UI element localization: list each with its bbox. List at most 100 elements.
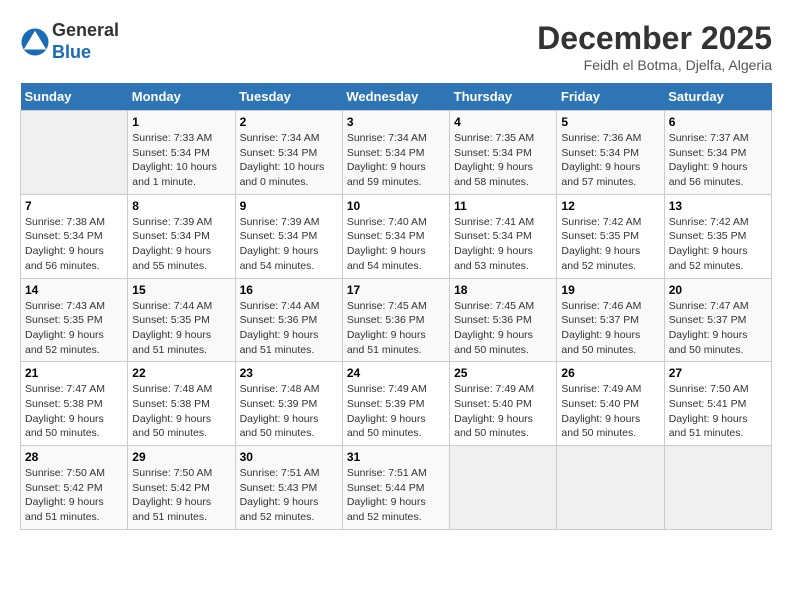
day-info: Sunrise: 7:50 AM Sunset: 5:41 PM Dayligh… (669, 382, 767, 441)
day-number: 15 (132, 283, 230, 297)
calendar-cell: 3 Sunrise: 7:34 AM Sunset: 5:34 PM Daylig… (342, 111, 449, 195)
calendar-cell: 26 Sunrise: 7:49 AM Sunset: 5:40 PM Dayli… (557, 362, 664, 446)
day-info: Sunrise: 7:48 AM Sunset: 5:38 PM Dayligh… (132, 382, 230, 441)
day-number: 23 (240, 366, 338, 380)
calendar-week-row: 14 Sunrise: 7:43 AM Sunset: 5:35 PM Dayli… (21, 278, 772, 362)
day-number: 8 (132, 199, 230, 213)
day-info: Sunrise: 7:45 AM Sunset: 5:36 PM Dayligh… (454, 299, 552, 358)
calendar-cell: 30Sunrise: 7:51 AM Sunset: 5:43 PM Dayli… (235, 446, 342, 530)
day-of-week-header: Tuesday (235, 83, 342, 111)
day-info: Sunrise: 7:37 AM Sunset: 5:34 PM Dayligh… (669, 131, 767, 190)
day-number: 17 (347, 283, 445, 297)
day-info: Sunrise: 7:43 AM Sunset: 5:35 PM Dayligh… (25, 299, 123, 358)
month-title: December 2025 (537, 20, 772, 57)
calendar-cell: 21 Sunrise: 7:47 AM Sunset: 5:38 PM Dayli… (21, 362, 128, 446)
day-number: 24 (347, 366, 445, 380)
day-number: 7 (25, 199, 123, 213)
day-number: 16 (240, 283, 338, 297)
day-info: Sunrise: 7:44 AM Sunset: 5:35 PM Dayligh… (132, 299, 230, 358)
calendar-cell: 25 Sunrise: 7:49 AM Sunset: 5:40 PM Dayli… (450, 362, 557, 446)
day-number: 4 (454, 115, 552, 129)
calendar-cell: 1Sunrise: 7:33 AM Sunset: 5:34 PM Daylig… (128, 111, 235, 195)
day-number: 11 (454, 199, 552, 213)
day-info: Sunrise: 7:49 AM Sunset: 5:40 PM Dayligh… (561, 382, 659, 441)
logo-text: General Blue (52, 20, 119, 63)
calendar-cell: 27 Sunrise: 7:50 AM Sunset: 5:41 PM Dayli… (664, 362, 771, 446)
day-number: 3 (347, 115, 445, 129)
calendar-cell: 8Sunrise: 7:39 AM Sunset: 5:34 PM Daylig… (128, 194, 235, 278)
day-info: Sunrise: 7:42 AM Sunset: 5:35 PM Dayligh… (669, 215, 767, 274)
calendar-header-row: SundayMondayTuesdayWednesdayThursdayFrid… (21, 83, 772, 111)
day-number: 29 (132, 450, 230, 464)
day-number: 22 (132, 366, 230, 380)
day-info: Sunrise: 7:51 AM Sunset: 5:43 PM Dayligh… (240, 466, 338, 525)
calendar-table: SundayMondayTuesdayWednesdayThursdayFrid… (20, 83, 772, 530)
day-of-week-header: Wednesday (342, 83, 449, 111)
day-number: 19 (561, 283, 659, 297)
calendar-cell: 23 Sunrise: 7:48 AM Sunset: 5:39 PM Dayli… (235, 362, 342, 446)
title-section: December 2025 Feidh el Botma, Djelfa, Al… (537, 20, 772, 73)
day-info: Sunrise: 7:35 AM Sunset: 5:34 PM Dayligh… (454, 131, 552, 190)
day-number: 26 (561, 366, 659, 380)
calendar-cell: 28Sunrise: 7:50 AM Sunset: 5:42 PM Dayli… (21, 446, 128, 530)
calendar-cell: 18 Sunrise: 7:45 AM Sunset: 5:36 PM Dayli… (450, 278, 557, 362)
calendar-cell: 5 Sunrise: 7:36 AM Sunset: 5:34 PM Daylig… (557, 111, 664, 195)
day-number: 25 (454, 366, 552, 380)
day-number: 2 (240, 115, 338, 129)
day-info: Sunrise: 7:49 AM Sunset: 5:40 PM Dayligh… (454, 382, 552, 441)
day-info: Sunrise: 7:47 AM Sunset: 5:38 PM Dayligh… (25, 382, 123, 441)
day-info: Sunrise: 7:46 AM Sunset: 5:37 PM Dayligh… (561, 299, 659, 358)
calendar-week-row: 21 Sunrise: 7:47 AM Sunset: 5:38 PM Dayli… (21, 362, 772, 446)
day-info: Sunrise: 7:49 AM Sunset: 5:39 PM Dayligh… (347, 382, 445, 441)
calendar-cell: 17Sunrise: 7:45 AM Sunset: 5:36 PM Dayli… (342, 278, 449, 362)
day-info: Sunrise: 7:34 AM Sunset: 5:34 PM Dayligh… (347, 131, 445, 190)
calendar-cell: 11 Sunrise: 7:41 AM Sunset: 5:34 PM Dayli… (450, 194, 557, 278)
day-info: Sunrise: 7:48 AM Sunset: 5:39 PM Dayligh… (240, 382, 338, 441)
day-info: Sunrise: 7:38 AM Sunset: 5:34 PM Dayligh… (25, 215, 123, 274)
calendar-cell: 7 Sunrise: 7:38 AM Sunset: 5:34 PM Daylig… (21, 194, 128, 278)
day-number: 18 (454, 283, 552, 297)
calendar-week-row: 28Sunrise: 7:50 AM Sunset: 5:42 PM Dayli… (21, 446, 772, 530)
day-info: Sunrise: 7:40 AM Sunset: 5:34 PM Dayligh… (347, 215, 445, 274)
day-number: 12 (561, 199, 659, 213)
day-info: Sunrise: 7:50 AM Sunset: 5:42 PM Dayligh… (25, 466, 123, 525)
day-number: 20 (669, 283, 767, 297)
day-number: 14 (25, 283, 123, 297)
day-number: 13 (669, 199, 767, 213)
day-info: Sunrise: 7:41 AM Sunset: 5:34 PM Dayligh… (454, 215, 552, 274)
day-info: Sunrise: 7:47 AM Sunset: 5:37 PM Dayligh… (669, 299, 767, 358)
day-of-week-header: Friday (557, 83, 664, 111)
calendar-cell: 2 Sunrise: 7:34 AM Sunset: 5:34 PM Daylig… (235, 111, 342, 195)
calendar-cell: 4 Sunrise: 7:35 AM Sunset: 5:34 PM Daylig… (450, 111, 557, 195)
day-info: Sunrise: 7:51 AM Sunset: 5:44 PM Dayligh… (347, 466, 445, 525)
day-number: 5 (561, 115, 659, 129)
day-of-week-header: Thursday (450, 83, 557, 111)
day-number: 10 (347, 199, 445, 213)
calendar-cell (450, 446, 557, 530)
calendar-cell: 19 Sunrise: 7:46 AM Sunset: 5:37 PM Dayli… (557, 278, 664, 362)
calendar-cell: 14 Sunrise: 7:43 AM Sunset: 5:35 PM Dayli… (21, 278, 128, 362)
day-info: Sunrise: 7:50 AM Sunset: 5:42 PM Dayligh… (132, 466, 230, 525)
day-number: 1 (132, 115, 230, 129)
day-info: Sunrise: 7:42 AM Sunset: 5:35 PM Dayligh… (561, 215, 659, 274)
calendar-cell: 16 Sunrise: 7:44 AM Sunset: 5:36 PM Dayli… (235, 278, 342, 362)
day-number: 9 (240, 199, 338, 213)
calendar-cell: 29 Sunrise: 7:50 AM Sunset: 5:42 PM Dayli… (128, 446, 235, 530)
calendar-cell (557, 446, 664, 530)
day-of-week-header: Saturday (664, 83, 771, 111)
calendar-cell: 24 Sunrise: 7:49 AM Sunset: 5:39 PM Dayli… (342, 362, 449, 446)
calendar-cell (21, 111, 128, 195)
calendar-cell: 22 Sunrise: 7:48 AM Sunset: 5:38 PM Dayli… (128, 362, 235, 446)
calendar-cell: 15 Sunrise: 7:44 AM Sunset: 5:35 PM Dayli… (128, 278, 235, 362)
day-number: 27 (669, 366, 767, 380)
logo: General Blue (20, 20, 119, 63)
calendar-cell (664, 446, 771, 530)
day-info: Sunrise: 7:44 AM Sunset: 5:36 PM Dayligh… (240, 299, 338, 358)
day-info: Sunrise: 7:36 AM Sunset: 5:34 PM Dayligh… (561, 131, 659, 190)
calendar-cell: 9Sunrise: 7:39 AM Sunset: 5:34 PM Daylig… (235, 194, 342, 278)
calendar-cell: 12 Sunrise: 7:42 AM Sunset: 5:35 PM Dayli… (557, 194, 664, 278)
day-number: 21 (25, 366, 123, 380)
day-info: Sunrise: 7:34 AM Sunset: 5:34 PM Dayligh… (240, 131, 338, 190)
location: Feidh el Botma, Djelfa, Algeria (537, 57, 772, 73)
calendar-week-row: 7 Sunrise: 7:38 AM Sunset: 5:34 PM Daylig… (21, 194, 772, 278)
